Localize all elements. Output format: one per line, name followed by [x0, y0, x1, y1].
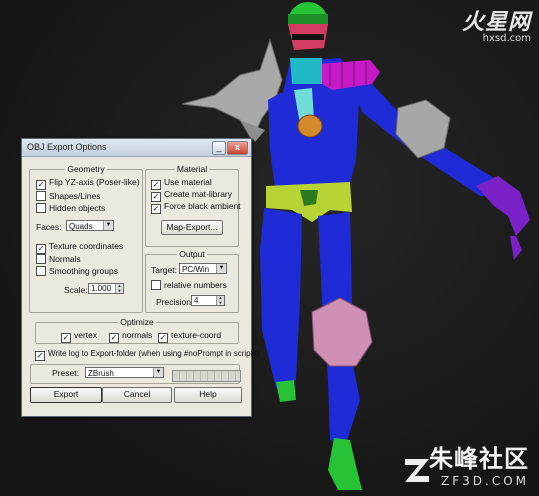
spinner-arrows-icon[interactable]: ▲ ▼ — [216, 295, 224, 305]
faces-dropdown[interactable]: Quads ▼ — [66, 220, 114, 231]
shapes-lines-checkbox[interactable]: Shapes/Lines — [36, 191, 101, 201]
checkbox-box[interactable] — [151, 280, 161, 290]
write-log-checkbox[interactable]: ✓ Write log to Export-folder (when using … — [35, 349, 260, 361]
output-group-title: Output — [177, 249, 207, 259]
force-black-ambient-checkbox[interactable]: ✓ Force black ambient — [151, 201, 241, 214]
geometry-group: Geometry ✓ Flip YZ-axis (Poser-like) Shap… — [29, 164, 143, 313]
relative-numbers-checkbox[interactable]: relative numbers — [151, 280, 227, 290]
checkbox-box[interactable] — [36, 266, 46, 276]
output-group: Output Target: PC/Win ▼ relative numbers … — [145, 249, 239, 313]
geometry-group-title: Geometry — [65, 164, 107, 174]
precision-label: Precision: — [156, 297, 194, 307]
target-dropdown[interactable]: PC/Win ▼ — [179, 263, 227, 274]
optimize-normals-checkbox[interactable]: ✓ normals — [109, 330, 152, 343]
texture-coord-checkbox[interactable]: ✓ texture-coord — [158, 330, 221, 343]
cancel-button[interactable]: Cancel — [102, 387, 172, 403]
bottom-url: ZF3D.COM — [441, 474, 529, 488]
scale-label: Scale: — [64, 285, 88, 295]
checkbox-box[interactable]: ✓ — [158, 333, 168, 343]
checkbox-box[interactable]: ✓ — [36, 244, 46, 254]
map-export-button[interactable]: Map-Export... — [161, 220, 223, 235]
optimize-group-title: Optimize — [118, 317, 156, 327]
optimize-group: Optimize ✓ vertex ✓ normals ✓ texture-coord — [35, 317, 239, 344]
normals-checkbox[interactable]: Normals — [36, 254, 81, 264]
checkbox-box[interactable] — [36, 203, 46, 213]
checkbox-box[interactable] — [36, 254, 46, 264]
scale-spinner[interactable]: 1.000 ▲ ▼ — [88, 283, 124, 294]
checkbox-box[interactable]: ✓ — [35, 351, 45, 361]
chevron-down-icon: ▼ — [153, 368, 163, 377]
hxsd-watermark: 火星网 hxsd.com — [462, 4, 531, 44]
bottom-brand: 朱峰社区 — [429, 445, 529, 473]
preset-label: Preset: — [52, 368, 79, 378]
zf3d-logo-icon — [405, 459, 429, 482]
dialog-titlebar[interactable]: OBJ Export Options _ x — [22, 139, 251, 157]
target-label: Target: — [151, 265, 177, 275]
material-group: Material ✓ Use material ✓ Create mat-libra… — [145, 164, 241, 247]
export-button[interactable]: Export — [30, 387, 102, 403]
help-button[interactable]: Help — [174, 387, 242, 403]
checkbox-box[interactable]: ✓ — [36, 180, 46, 190]
preset-toolbar-icons[interactable] — [172, 370, 241, 382]
checkbox-box[interactable]: ✓ — [151, 204, 161, 214]
obj-export-dialog: OBJ Export Options _ x Geometry ✓ Flip YZ… — [21, 138, 260, 417]
checkbox-box[interactable]: ✓ — [109, 333, 119, 343]
chevron-down-icon: ▼ — [103, 221, 113, 230]
hidden-objects-checkbox[interactable]: Hidden objects — [36, 203, 105, 213]
smoothing-groups-checkbox[interactable]: Smoothing groups — [36, 266, 118, 276]
precision-spinner[interactable]: 4 ▲ ▼ — [191, 295, 225, 306]
preset-dropdown[interactable]: ZBrush ▼ — [85, 367, 164, 378]
top-brand: 火星网 — [461, 10, 531, 35]
close-button[interactable]: x — [227, 141, 248, 155]
vertex-checkbox[interactable]: ✓ vertex — [61, 330, 97, 343]
material-group-title: Material — [174, 164, 210, 174]
zf3d-watermark: 朱峰社区 ZF3D.COM — [429, 439, 529, 488]
checkbox-box[interactable]: ✓ — [61, 333, 71, 343]
dialog-title: OBJ Export Options — [27, 142, 107, 152]
chevron-down-icon: ▼ — [216, 264, 226, 273]
texture-coordinates-checkbox[interactable]: ✓ Texture coordinates — [36, 241, 123, 254]
minimize-button[interactable]: _ — [212, 141, 226, 155]
spinner-arrows-icon[interactable]: ▲ ▼ — [115, 283, 123, 293]
checkbox-box[interactable] — [36, 191, 46, 201]
faces-label: Faces: — [36, 222, 62, 232]
flip-yz-checkbox[interactable]: ✓ Flip YZ-axis (Poser-like) — [36, 177, 140, 190]
